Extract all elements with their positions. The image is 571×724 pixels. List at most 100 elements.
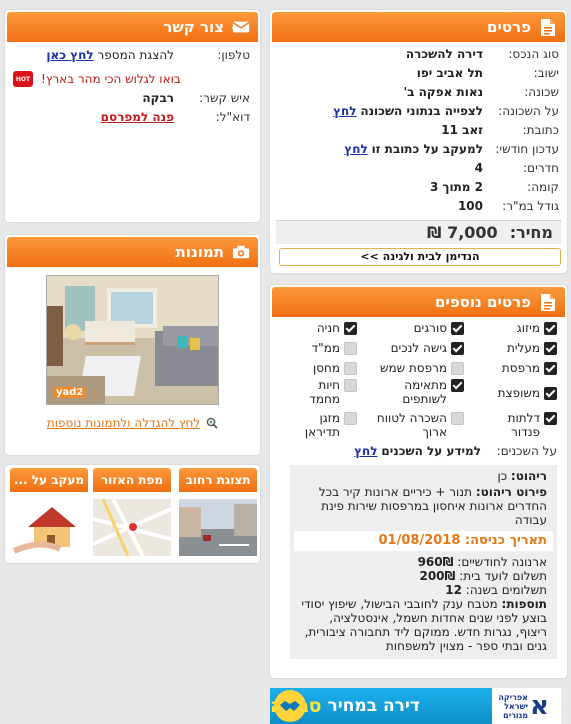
feature-checkbox <box>451 322 464 335</box>
price-label: מחיר: <box>509 223 553 242</box>
track-address-link[interactable]: לחץ <box>344 142 367 156</box>
feature-safe-room: ממ"ד <box>312 341 357 355</box>
enlarge-row: לחץ להגדלה ולתמונות נוספות <box>5 416 260 430</box>
ad-banner[interactable]: דירה במחיר סגירה א אפריקה ישראל מגורים <box>270 688 561 724</box>
photos-header: תמונות <box>7 237 258 267</box>
apartment-photo[interactable]: yad2 <box>46 275 219 405</box>
banner-text-white: דירה במחיר <box>327 696 420 716</box>
africa-israel-logo-text: אפריקה ישראל מגורים <box>498 692 528 720</box>
feature-checkbox <box>344 342 357 355</box>
street-view-tab[interactable]: תצוגת רחוב <box>179 468 257 558</box>
furniture-row: ריהוט: כן <box>497 469 547 483</box>
detail-row-city: ישוב: תל אביב יפו <box>416 66 559 80</box>
feature-checkbox <box>544 412 557 425</box>
handyman-opportunity-button[interactable]: הנדימן לבית ולגינה >> <box>279 248 561 266</box>
show-phone-link[interactable]: לחץ כאן <box>46 48 93 62</box>
contact-panel: צור קשר טלפון: להצגת המספר לחץ כאן בואו ל… <box>5 10 260 222</box>
neighbors-row: על השכנים: למידע על השכנים לחץ <box>354 444 557 458</box>
feature-checkbox <box>344 412 357 425</box>
contact-body: טלפון: להצגת המספר לחץ כאן בואו לגלוש הכי… <box>5 44 260 129</box>
feature-sun-balcony: מרפסת שמש <box>380 361 464 375</box>
feature-air-conditioning: מיזוג <box>517 321 557 335</box>
feature-accessibility: גישה לנכים <box>391 341 464 355</box>
feature-tadiran-ac: מזגן תדיראן <box>297 411 357 439</box>
feature-checkbox <box>451 342 464 355</box>
price-box: מחיר: 7,000 ₪ <box>276 220 561 244</box>
feature-bars: סורגים <box>414 321 464 335</box>
feature-checkbox <box>344 322 357 335</box>
price-value: 7,000 ₪ <box>427 223 498 242</box>
camera-icon <box>232 242 250 262</box>
promo-link[interactable]: בואו לגלוש הכי מהר בארץ! <box>41 72 181 86</box>
neighborhood-data-link[interactable]: לחץ <box>333 104 356 118</box>
details-list: סוג הנכס: דירה להשכרה ישוב: תל אביב יפו שכ… <box>270 44 567 218</box>
contact-title: צור קשר <box>163 18 224 36</box>
feature-checkbox <box>344 379 357 392</box>
extras-row: תוספות: מטבח ענק לחובבי הבישול, שיפוץ יס… <box>301 597 547 653</box>
details-header: פרטים <box>272 12 565 42</box>
detail-row-floor: קומה: 2 מתוך 3 <box>429 180 559 194</box>
envelope-icon <box>232 17 250 37</box>
street-view-thumbnail[interactable] <box>179 499 257 556</box>
banner-deal-area: דירה במחיר סגירה <box>270 688 492 724</box>
extra-details-panel: פרטים נוספים מיזוג סורגים חניה מעלית גיש… <box>270 285 567 678</box>
feature-balcony: מרפסת <box>502 361 557 375</box>
area-map-thumbnail[interactable] <box>93 499 171 556</box>
extra-details-header: פרטים נוספים <box>272 287 565 317</box>
feature-roommates: מתאימה לשותפים <box>382 378 464 406</box>
additional-info-box: ריהוט: כן פירוט ריהוט: תנור + כיריים ארו… <box>290 465 557 659</box>
africa-israel-logo-mark: א <box>530 691 549 721</box>
feature-checkbox <box>544 362 557 375</box>
photos-title: תמונות <box>175 243 224 261</box>
entry-date-row: תאריך כניסה: 01/08/2018 <box>294 531 553 551</box>
feature-pandor-doors: דלתות פנדור <box>499 411 557 439</box>
promo-row: בואו לגלוש הכי מהר בארץ! HOT <box>13 67 250 91</box>
handshake-icon <box>274 690 306 722</box>
document-icon <box>539 292 557 312</box>
detail-row-monthly-update: עדכון חודשי: למעקב על כתובת זו לחץ <box>344 142 559 156</box>
feature-checkbox <box>544 322 557 335</box>
phone-row: טלפון: להצגת המספר לחץ כאן <box>46 48 250 62</box>
feature-checkbox <box>344 362 357 375</box>
enlarge-photos-link[interactable]: לחץ להגדלה ולתמונות נוספות <box>47 416 200 430</box>
feature-checkbox <box>544 342 557 355</box>
house-thumbnail[interactable] <box>10 499 88 556</box>
hot-logo[interactable]: HOT <box>13 71 34 87</box>
detail-row-neighborhood: שכונה: נאות אפקה ב' <box>403 85 559 99</box>
yad2-watermark: yad2 <box>53 387 87 398</box>
feature-parking: חניה <box>317 321 357 335</box>
document-icon <box>539 17 557 37</box>
detail-row-address: כתובת: זאב 11 <box>441 123 559 137</box>
contact-advertiser-link[interactable]: פנה למפרסם <box>101 110 174 124</box>
feature-storage: מחסן <box>313 361 357 375</box>
feature-checkbox <box>544 387 557 400</box>
tabs-panel: תצוגת רחוב מפת האזור מעקב על ... <box>5 465 260 563</box>
detail-row-size: גודל במ"ר: 100 <box>457 199 559 213</box>
feature-pets: חיות מחמד <box>307 378 357 406</box>
feature-checkbox <box>451 379 464 392</box>
feature-checkbox <box>451 412 464 425</box>
contact-header: צור קשר <box>7 12 258 42</box>
email-row: דוא"ל: פנה למפרסם <box>100 110 250 124</box>
photos-panel: תמונות yad2 לחץ להגדלה ולתמונות נוספות <box>5 235 260 455</box>
contact-person-row: איש קשר: רבקה <box>142 91 250 105</box>
details-panel: פרטים סוג הנכס: דירה להשכרה ישוב: תל אביב … <box>270 10 567 273</box>
africa-israel-logo: א אפריקה ישראל מגורים <box>492 688 561 724</box>
feature-elevator: מעלית <box>507 341 557 355</box>
detail-row-about-neighborhood: על השכונה: לצפייה בנתוני השכונה לחץ <box>333 104 559 118</box>
detail-row-type: סוג הנכס: דירה להשכרה <box>405 47 559 61</box>
payments-row: תשלומים בשנה: 12 <box>445 583 547 597</box>
details-title: פרטים <box>487 18 531 36</box>
neighbors-info-link[interactable]: לחץ <box>354 444 377 458</box>
feature-long-term: השכרה לטווח ארוך <box>369 411 464 439</box>
detail-row-rooms: חדרים: 4 <box>474 161 559 175</box>
arnona-row: ארנונה לחודשיים: 960₪ <box>417 555 547 569</box>
extra-details-title: פרטים נוספים <box>434 293 531 311</box>
feature-checkbox <box>451 362 464 375</box>
feature-renovated: משופצת <box>498 386 557 400</box>
furniture-detail-row: פירוט ריהוט: תנור + כיריים ארונות קיר בכ… <box>318 485 547 527</box>
vaad-row: תשלום לועד בית: 200₪ <box>419 569 547 583</box>
track-tab[interactable]: מעקב על ... <box>10 468 88 558</box>
area-map-tab[interactable]: מפת האזור <box>93 468 171 558</box>
magnifier-icon[interactable] <box>206 417 218 429</box>
